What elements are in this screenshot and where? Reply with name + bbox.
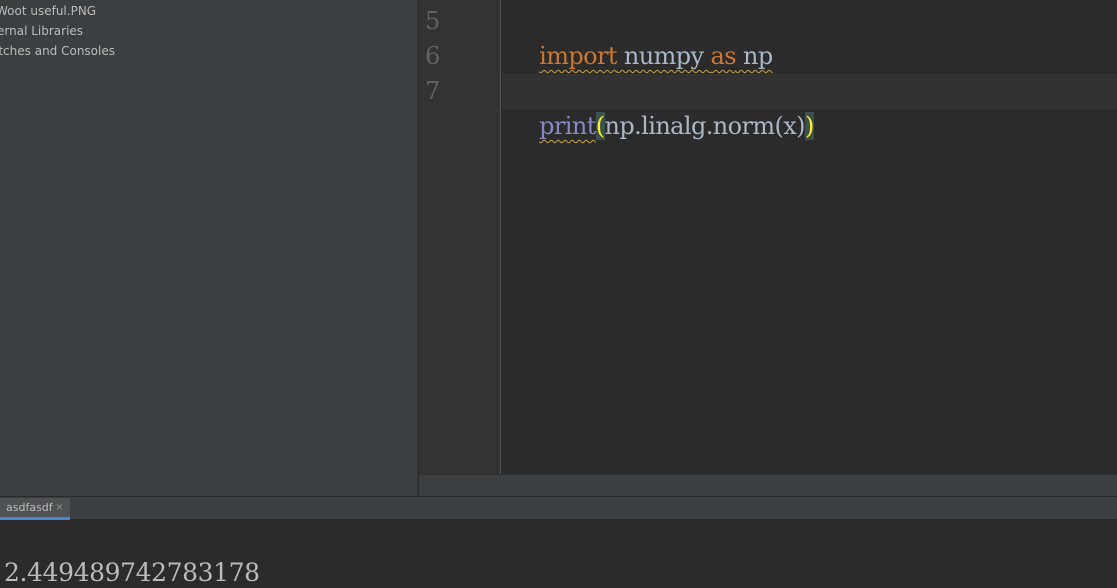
tree-item-label: Woot useful.PNG (0, 4, 97, 18)
code-line[interactable]: import numpy as np (502, 4, 1117, 70)
run-tab-label: asdfasdf (6, 501, 53, 514)
editor-breadcrumb-bar (419, 474, 1117, 496)
code-token-text: np.linalg.norm(x) (604, 112, 806, 140)
code-line[interactable]: x=np.array([1,2,-1,0]) (502, 39, 1117, 105)
tree-item-woot-useful-png[interactable]: Woot useful.PNG (0, 1, 417, 21)
tree-item-label: atches and Consoles (0, 44, 115, 58)
code-line-current[interactable]: print(np.linalg.norm(x)) (502, 74, 1117, 140)
project-panel: Woot useful.PNG ernal Libraries atches a… (0, 0, 418, 496)
line-number: 5 (425, 7, 441, 35)
run-tab-bar: asdfasdf × (0, 496, 1117, 520)
line-number: 7 (425, 77, 441, 105)
close-icon[interactable]: × (56, 500, 63, 514)
line-number: 6 (425, 42, 441, 70)
code-token-paren: ( (595, 112, 605, 140)
code-token-print: print (539, 112, 596, 140)
run-tab[interactable]: asdfasdf × (0, 498, 70, 520)
tree-item-external-libraries[interactable]: ernal Libraries (0, 21, 417, 41)
tree-item-scratches-and-consoles[interactable]: atches and Consoles (0, 41, 417, 61)
tree-item-label: ernal Libraries (0, 24, 84, 38)
code-token-paren: ) (804, 112, 814, 140)
line-number-gutter: 5 6 7 (419, 0, 501, 474)
console-output: 2.449489742783178 (4, 558, 260, 587)
run-console[interactable]: 2.449489742783178 (0, 520, 1117, 588)
code-editor[interactable]: 5 6 7 import numpy as np x=np.array([1,2… (419, 0, 1117, 474)
